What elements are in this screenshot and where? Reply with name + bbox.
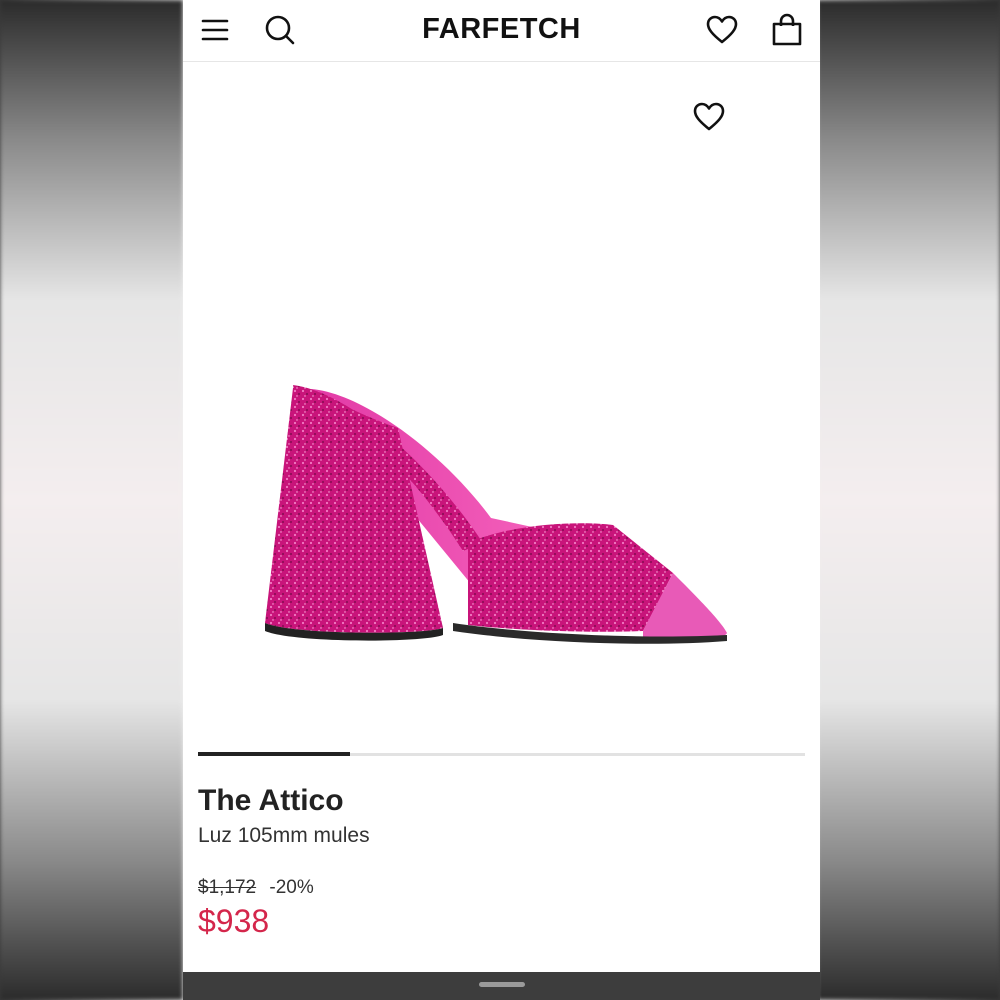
top-navigation-bar: FARFETCH (183, 0, 820, 62)
image-carousel-progress (198, 752, 805, 756)
product-brand[interactable]: The Attico (198, 784, 344, 818)
home-indicator[interactable] (479, 982, 525, 987)
price-row: $1,172 -20% (198, 877, 314, 899)
image-carousel-progress-fill (198, 752, 350, 756)
wishlist-icon[interactable] (704, 12, 740, 48)
system-navigation-bar (183, 972, 820, 1000)
heart-outline-icon[interactable] (691, 99, 727, 135)
phone-screen: FARFETCH The Attico Luz 105mm mules $1,1… (183, 0, 820, 1000)
product-image-gallery[interactable] (183, 63, 820, 743)
bag-icon[interactable] (769, 12, 805, 48)
left-background (0, 0, 183, 1000)
sale-price: $938 (198, 903, 270, 939)
product-name: Luz 105mm mules (198, 824, 370, 847)
product-image (265, 385, 727, 644)
original-price: $1,172 (198, 877, 257, 898)
right-background (817, 0, 1000, 1000)
discount-badge: -20% (269, 877, 314, 898)
